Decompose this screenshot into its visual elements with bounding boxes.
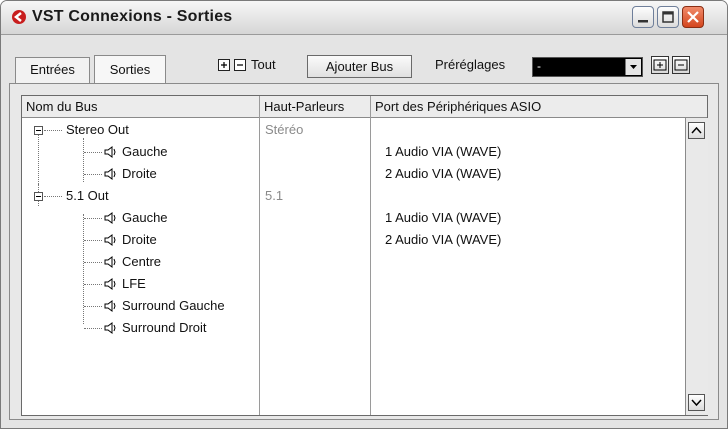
tree-line: [44, 130, 62, 131]
tree-line: [84, 240, 102, 241]
minimize-button[interactable]: [632, 6, 654, 28]
chevron-up-icon: [691, 126, 702, 134]
channel-name: Surround Gauche: [122, 298, 225, 313]
table-row[interactable]: Surround Droit: [22, 317, 686, 339]
table-row[interactable]: LFE: [22, 273, 686, 295]
tree-line: [44, 196, 62, 197]
cubase-logo-icon: [12, 10, 26, 24]
tab-label: Sorties: [109, 62, 151, 77]
channel-name: Centre: [122, 254, 162, 269]
add-bus-button[interactable]: Ajouter Bus: [307, 55, 412, 78]
bus-name: Stereo Out: [66, 122, 129, 137]
window-title: VST Connexions - Sorties: [32, 8, 233, 25]
maximize-icon: [662, 11, 674, 23]
column-header-bus-name[interactable]: Nom du Bus: [22, 96, 260, 118]
chevron-down-icon: [691, 399, 702, 407]
vertical-scrollbar[interactable]: [685, 118, 708, 415]
table-row[interactable]: 5.1 Out 5.1: [22, 185, 686, 207]
minimize-icon: [638, 20, 648, 23]
table-row[interactable]: Droite 2 Audio VIA (WAVE): [22, 163, 686, 185]
scroll-down-button[interactable]: [688, 394, 705, 411]
speaker-icon: [104, 168, 116, 180]
column-header-asio-port[interactable]: Port des Périphériques ASIO: [371, 96, 707, 118]
tree-line: [84, 306, 102, 307]
asio-port[interactable]: 1 Audio VIA (WAVE): [385, 141, 501, 163]
chevron-down-icon[interactable]: [625, 59, 641, 75]
collapse-toggle-icon[interactable]: [34, 192, 43, 201]
bus-name: 5.1 Out: [66, 188, 109, 203]
tab-entrees[interactable]: Entrées: [15, 57, 90, 83]
expand-all-icon[interactable]: [218, 59, 231, 72]
channel-name: Droite: [122, 232, 157, 247]
speaker-icon: [104, 322, 116, 334]
store-preset-button[interactable]: [651, 56, 669, 74]
speaker-icon: [104, 256, 116, 268]
close-icon: [687, 11, 699, 23]
bus-table: Nom du Bus Haut-Parleurs Port des Périph…: [21, 95, 708, 416]
speaker-config: Stéréo: [265, 122, 304, 137]
channel-name: Gauche: [122, 144, 168, 159]
table-row[interactable]: Stereo Out Stéréo: [22, 119, 686, 141]
tree-line: [84, 284, 102, 285]
collapse-toggle-icon[interactable]: [34, 126, 43, 135]
column-header-speakers[interactable]: Haut-Parleurs: [260, 96, 371, 118]
asio-port[interactable]: 2 Audio VIA (WAVE): [385, 163, 501, 185]
remove-preset-icon: [674, 59, 688, 71]
maximize-button[interactable]: [657, 6, 679, 28]
tab-sorties[interactable]: Sorties: [94, 55, 166, 84]
table-row[interactable]: Centre: [22, 251, 686, 273]
speaker-icon: [104, 234, 116, 246]
preset-value: -: [537, 59, 541, 73]
scroll-up-button[interactable]: [688, 122, 705, 139]
presets-select[interactable]: -: [532, 57, 643, 77]
tree-line: [84, 262, 102, 263]
remove-preset-button[interactable]: [672, 56, 690, 74]
presets-label: Préréglages: [435, 57, 506, 72]
tout-label: Tout: [251, 57, 276, 72]
speaker-config: 5.1: [265, 188, 284, 203]
collapse-all-icon[interactable]: [234, 59, 247, 72]
speaker-icon: [104, 278, 116, 290]
table-row[interactable]: Surround Gauche: [22, 295, 686, 317]
channel-name: Droite: [122, 166, 157, 181]
channel-name: LFE: [122, 276, 146, 291]
add-bus-label: Ajouter Bus: [325, 59, 394, 74]
close-button[interactable]: [682, 6, 704, 28]
asio-port[interactable]: 2 Audio VIA (WAVE): [385, 229, 501, 251]
title-bar[interactable]: VST Connexions - Sorties: [1, 1, 727, 35]
channel-name: Surround Droit: [122, 320, 207, 335]
store-preset-icon: [653, 59, 667, 71]
tree-line: [84, 152, 102, 153]
speaker-icon: [104, 300, 116, 312]
tree-line: [84, 218, 102, 219]
table-row[interactable]: Gauche 1 Audio VIA (WAVE): [22, 141, 686, 163]
table-row[interactable]: Droite 2 Audio VIA (WAVE): [22, 229, 686, 251]
tree-line: [84, 174, 102, 175]
speaker-icon: [104, 146, 116, 158]
channel-name: Gauche: [122, 210, 168, 225]
vst-connections-window: VST Connexions - Sorties Entrées Sorties…: [0, 0, 728, 429]
tree-line: [84, 328, 102, 329]
table-row[interactable]: Gauche 1 Audio VIA (WAVE): [22, 207, 686, 229]
speaker-icon: [104, 212, 116, 224]
tab-label: Entrées: [30, 62, 75, 77]
asio-port[interactable]: 1 Audio VIA (WAVE): [385, 207, 501, 229]
